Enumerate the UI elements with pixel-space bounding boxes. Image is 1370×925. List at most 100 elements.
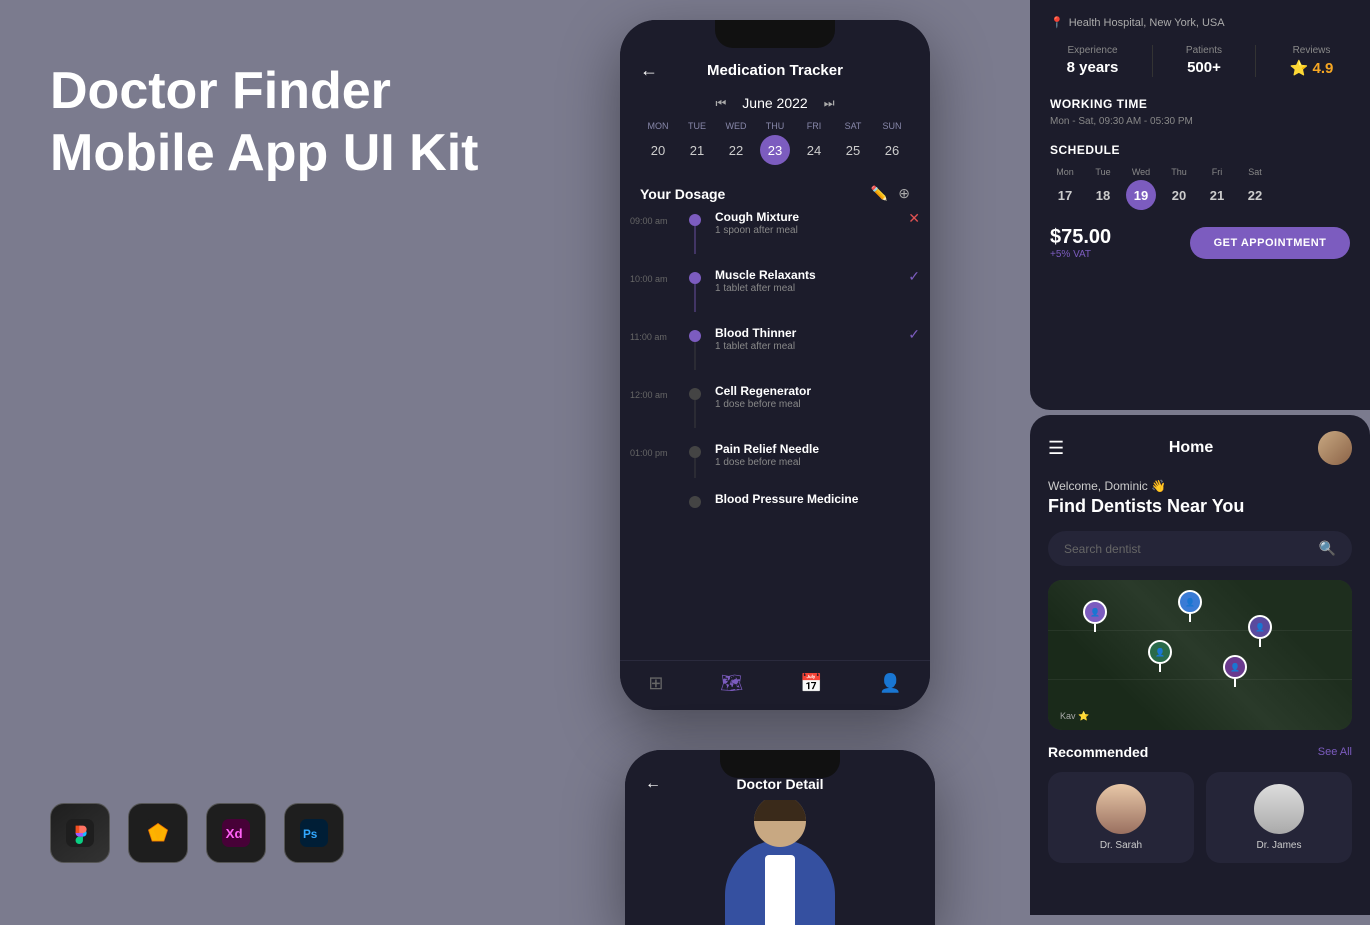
stat-divider2 [1255, 45, 1256, 77]
week-days: Mon 20 Tue 21 Wed 22 Thu 23 Fri 24 [640, 121, 910, 165]
med-item-pain-relief: 01:00 pm Pain Relief Needle 1 dose befor… [630, 442, 920, 478]
timeline-dot-inactive2 [689, 446, 701, 458]
nav-map-icon[interactable]: 🗺 [720, 673, 743, 694]
rec-doctor-card-2[interactable]: Dr. James [1206, 772, 1352, 863]
doctor-location: 📍 Health Hospital, New York, USA [1050, 16, 1350, 29]
sched-mon[interactable]: Mon 17 [1050, 167, 1080, 210]
detail-back-arrow[interactable]: ← [645, 775, 661, 793]
home-screen-title: Home [1169, 439, 1213, 457]
dosage-header: Your Dosage ✏️ ⊕ [620, 173, 930, 210]
tool-icons-row: Xd Ps [50, 803, 344, 863]
detail-title: Doctor Detail [736, 776, 823, 792]
see-all-button[interactable]: See All [1318, 746, 1352, 758]
stat-divider1 [1152, 45, 1153, 77]
nav-profile-icon[interactable]: 👤 [879, 673, 901, 694]
month-title: June 2022 [742, 95, 807, 111]
home-top-bar: ☰ Home [1048, 431, 1352, 465]
sched-fri[interactable]: Fri 21 [1202, 167, 1232, 210]
map-pin-3[interactable]: 👤 [1248, 615, 1272, 647]
recommended-title: Recommended [1048, 744, 1148, 760]
med-item-blood-thinner: 11:00 am Blood Thinner 1 tablet after me… [630, 326, 920, 370]
home-screen-card: ☰ Home Welcome, Dominic 👋 Find Dentists … [1030, 415, 1370, 915]
medication-tracker-phone: ← Medication Tracker ⏮ June 2022 ⏭ Mon 2… [620, 20, 930, 710]
map-pin-5[interactable]: 👤 [1223, 655, 1247, 687]
appointment-section: $75.00 +5% VAT GET APPOINTMENT [1050, 226, 1350, 260]
timeline-dot [689, 330, 701, 342]
svg-text:Xd: Xd [226, 826, 243, 841]
dosage-action-icons: ✏️ ⊕ [871, 185, 910, 202]
med-item-blood-pressure: Blood Pressure Medicine [630, 492, 920, 508]
ps-icon: Ps [284, 803, 344, 863]
done-med-icon2[interactable]: ✓ [908, 326, 920, 343]
stat-experience: Experience 8 years [1067, 45, 1119, 77]
schedule-section: SCHEDULE Mon 17 Tue 18 Wed 19 Thu 20 Fri… [1050, 143, 1350, 210]
day-sat[interactable]: Sat 25 [835, 121, 871, 165]
dosage-title: Your Dosage [640, 186, 725, 202]
day-tue[interactable]: Tue 21 [679, 121, 715, 165]
med-calendar: ⏮ June 2022 ⏭ Mon 20 Tue 21 Wed 22 Th [620, 87, 930, 173]
timeline-dot-inactive [689, 388, 701, 400]
month-nav: ⏮ June 2022 ⏭ [640, 95, 910, 111]
rec-doc-name-2: Dr. James [1256, 840, 1301, 851]
day-thu-active[interactable]: Thu 23 [757, 121, 793, 165]
timeline-dot-inactive3 [689, 496, 701, 508]
doctor-image-area [625, 800, 935, 925]
med-item-muscle: 10:00 am Muscle Relaxants 1 tablet after… [630, 268, 920, 312]
timeline-dot [689, 272, 701, 284]
detail-header: ← Doctor Detail [625, 768, 935, 800]
doctor-detail-phone: ← Doctor Detail [625, 750, 935, 925]
remove-med-icon[interactable]: ✕ [908, 210, 920, 227]
timeline-dot [689, 214, 701, 226]
get-appointment-button[interactable]: GET APPOINTMENT [1190, 227, 1350, 259]
figma-icon [50, 803, 110, 863]
doctor-profile-card: 📍 Health Hospital, New York, USA Experie… [1030, 0, 1370, 410]
back-arrow-icon[interactable]: ← [640, 60, 658, 81]
price-area: $75.00 +5% VAT [1050, 226, 1111, 260]
next-month-icon[interactable]: ⏭ [824, 96, 835, 111]
map-pin-1[interactable]: 👤 [1083, 600, 1107, 632]
day-wed[interactable]: Wed 22 [718, 121, 754, 165]
med-item-cough: 09:00 am Cough Mixture 1 spoon after mea… [630, 210, 920, 254]
edit-icon[interactable]: ✏️ [871, 185, 888, 202]
schedule-days: Mon 17 Tue 18 Wed 19 Thu 20 Fri 21 Sat 2… [1050, 167, 1350, 210]
hamburger-menu-icon[interactable]: ☰ [1048, 438, 1064, 459]
rec-doc-avatar-1 [1096, 784, 1146, 834]
welcome-text: Welcome, Dominic 👋 [1048, 479, 1352, 493]
recommended-doctors: Dr. Sarah Dr. James [1048, 772, 1352, 863]
sketch-icon [128, 803, 188, 863]
stat-reviews: Reviews ⭐ 4.9 [1290, 45, 1334, 77]
prev-month-icon[interactable]: ⏮ [715, 96, 726, 111]
day-mon[interactable]: Mon 20 [640, 121, 676, 165]
xd-icon: Xd [206, 803, 266, 863]
sched-wed-active[interactable]: Wed 19 [1126, 167, 1156, 210]
rec-doc-avatar-2 [1254, 784, 1304, 834]
map-pin-2[interactable]: 👤 [1178, 590, 1202, 622]
map-area: 👤 👤 👤 👤 👤 Kav ⭐ [1048, 580, 1352, 730]
user-avatar[interactable] [1318, 431, 1352, 465]
sched-sat[interactable]: Sat 22 [1240, 167, 1270, 210]
search-bar[interactable]: Search dentist 🔍 [1048, 531, 1352, 566]
svg-text:Ps: Ps [303, 828, 318, 841]
sched-tue[interactable]: Tue 18 [1088, 167, 1118, 210]
done-med-icon[interactable]: ✓ [908, 268, 920, 285]
recommended-header: Recommended See All [1048, 744, 1352, 760]
doctor-stats: Experience 8 years Patients 500+ Reviews… [1050, 45, 1350, 77]
rec-doctor-card-1[interactable]: Dr. Sarah [1048, 772, 1194, 863]
sched-thu[interactable]: Thu 20 [1164, 167, 1194, 210]
map-pin-4[interactable]: 👤 [1148, 640, 1172, 672]
map-label: Kav ⭐ [1060, 711, 1089, 722]
nav-calendar-icon[interactable]: 📅 [800, 673, 822, 694]
find-title: Find Dentists Near You [1048, 496, 1352, 517]
day-sun[interactable]: Sun 26 [874, 121, 910, 165]
med-header: ← Medication Tracker [620, 52, 930, 87]
day-fri[interactable]: Fri 24 [796, 121, 832, 165]
medication-timeline: 09:00 am Cough Mixture 1 spoon after mea… [620, 210, 930, 660]
med-screen-title: Medication Tracker [707, 62, 843, 79]
add-icon[interactable]: ⊕ [898, 185, 910, 202]
rec-doc-name-1: Dr. Sarah [1100, 840, 1142, 851]
search-icon: 🔍 [1319, 540, 1336, 557]
nav-grid-icon[interactable]: ⊞ [648, 673, 663, 694]
working-time-section: WORKING TIME Mon - Sat, 09:30 AM - 05:30… [1050, 97, 1350, 127]
hero-title: Doctor Finder Mobile App UI Kit [50, 60, 478, 185]
hero-section: Doctor Finder Mobile App UI Kit [50, 60, 478, 205]
